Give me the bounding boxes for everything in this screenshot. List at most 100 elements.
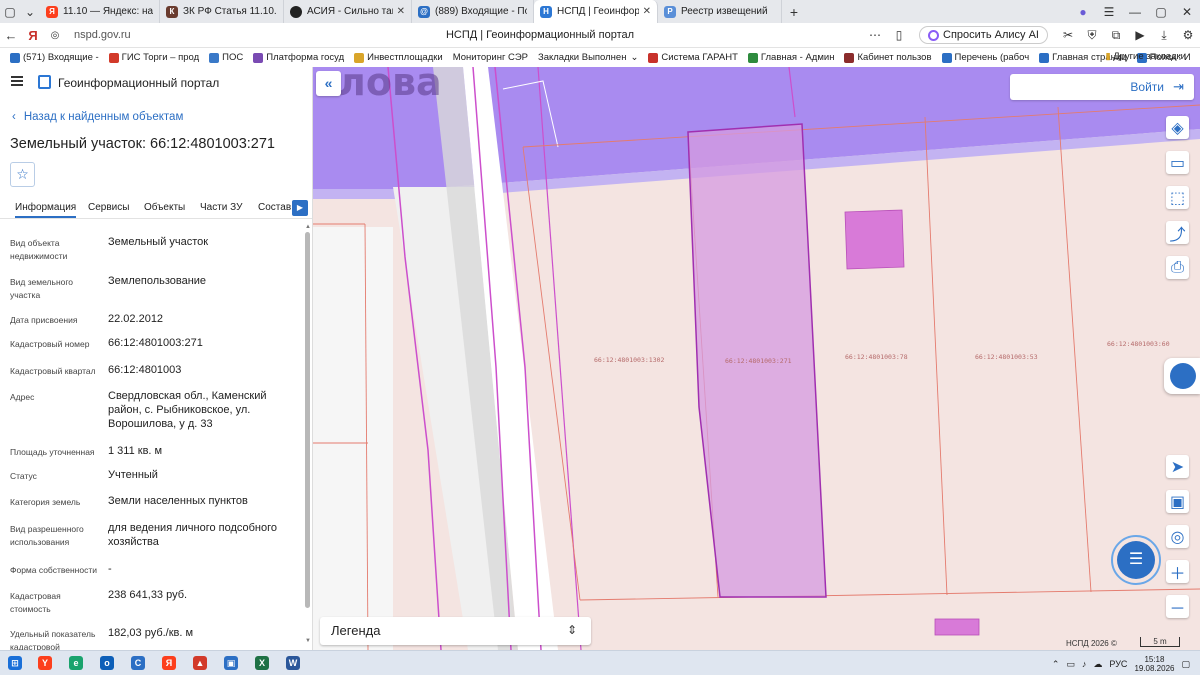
other-bookmarks[interactable]: ▮ Другие закладки <box>1105 51 1186 62</box>
volume-icon[interactable]: ♪ <box>1082 659 1087 669</box>
assistant-tab-button[interactable] <box>1164 358 1200 394</box>
print-button[interactable]: ⎙ <box>1166 256 1189 279</box>
app-icon[interactable]: C <box>131 656 145 670</box>
app-icon[interactable]: ▣ <box>224 656 238 670</box>
excel-icon[interactable]: X <box>255 656 269 670</box>
yandex-browser-icon[interactable]: Y <box>38 656 52 670</box>
language-indicator[interactable]: РУС <box>1109 659 1127 669</box>
close-icon[interactable]: ✕ <box>397 6 405 17</box>
tab-information[interactable]: Информация <box>15 202 77 218</box>
tabs-next-arrow-icon[interactable]: ▶ <box>292 200 308 216</box>
profile-icon[interactable]: ● <box>1070 5 1096 19</box>
browser-tab[interactable]: Р Реестр извещений <box>658 0 782 23</box>
building[interactable] <box>934 618 980 636</box>
bookmark-item[interactable]: Мониторинг СЭР <box>453 52 528 63</box>
map-canvas[interactable]: лова 66:12:4801003:1302 66:12:4801003:27… <box>313 67 1200 650</box>
clock[interactable]: 15:18 19.08.2026 <box>1134 655 1174 673</box>
login-icon[interactable]: ⇥ <box>1173 79 1184 95</box>
tools-icon[interactable]: ✂ <box>1056 28 1080 42</box>
tab-parts[interactable]: Части ЗУ <box>200 202 242 213</box>
alice-button[interactable]: Спросить Алису AI <box>919 26 1048 44</box>
zoom-in-button[interactable]: ＋ <box>1166 560 1189 583</box>
outlook-icon[interactable]: o <box>100 656 114 670</box>
chevron-up-icon[interactable]: ⌃ <box>1052 659 1060 670</box>
measure-button[interactable]: ▭ <box>1166 151 1189 174</box>
browser-tab[interactable]: К ЗК РФ Статья 11.10. Схема <box>160 0 284 23</box>
browser-tab[interactable]: @ (889) Входящие - Почта М <box>412 0 534 23</box>
notification-icon[interactable]: ▢ <box>1181 659 1190 670</box>
bookmark-item[interactable]: Инвестплощадки <box>354 52 443 63</box>
bookmark-item[interactable]: Перечень (рабоч <box>941 52 1029 63</box>
browser-tab[interactable]: АСИЯ - Сильно так ✕ <box>284 0 412 23</box>
shield-icon[interactable]: ⛨ <box>1080 28 1104 43</box>
registry-favicon-icon: Р <box>664 5 676 18</box>
layers-button[interactable]: ◈ <box>1166 116 1189 139</box>
back-icon[interactable]: ← <box>0 28 22 43</box>
scroll-up-arrow-icon[interactable]: ▲ <box>305 224 311 230</box>
nspd-favicon-icon: Н <box>540 5 552 18</box>
close-window-icon[interactable]: ✕ <box>1174 5 1200 19</box>
parcel-label: 66:12:4801003:53 <box>975 353 1038 361</box>
cadastral-map[interactable]: лова 66:12:4801003:1302 66:12:4801003:27… <box>313 67 1200 650</box>
new-tab-button[interactable]: + <box>782 4 806 20</box>
scroll-down-arrow-icon[interactable]: ▼ <box>305 638 311 644</box>
favorite-star-button[interactable]: ☆ <box>10 162 35 187</box>
network-icon[interactable]: ▭ <box>1066 659 1075 670</box>
bookmark-item[interactable]: Главная - Админ <box>747 52 834 63</box>
settings-icon[interactable]: ⚙ <box>1176 28 1200 42</box>
lock-icon[interactable]: ◎ <box>44 30 66 41</box>
app-icon[interactable]: ▲ <box>193 656 207 670</box>
maximize-icon[interactable]: ▢ <box>1148 5 1174 19</box>
street-name-label: лова <box>338 67 442 104</box>
downloads-icon[interactable]: ⤓ <box>1152 28 1176 43</box>
plus-icon: ＋ <box>1169 565 1186 583</box>
bookmark-folder[interactable]: Закладки Выполнен ⌄ <box>538 52 638 63</box>
cloud-icon[interactable]: ☁ <box>1093 659 1102 670</box>
tab-objects[interactable]: Объекты <box>144 202 185 213</box>
basemap-button[interactable]: ▣ <box>1166 490 1189 513</box>
yandex-home-icon[interactable]: Я <box>22 28 44 43</box>
url-field[interactable]: nspd.gov.ru <box>74 29 131 41</box>
tab-composition[interactable]: Состав <box>258 202 291 213</box>
select-area-icon: ⬚ <box>1169 189 1186 207</box>
bookmark-item[interactable]: ПОС <box>209 52 243 63</box>
browser-tab[interactable]: Я 11.10 — Яндекс: нашлось <box>40 0 160 23</box>
bookmark-item[interactable]: ГИС Торги – прод <box>108 52 199 63</box>
select-area-button[interactable]: ⬚ <box>1166 186 1189 209</box>
geolocation-button[interactable]: ➤ <box>1166 455 1189 478</box>
yandex-icon[interactable]: Я <box>162 656 176 670</box>
zoom-out-button[interactable]: － <box>1166 595 1189 618</box>
tab-switcher-icon[interactable]: ▢ <box>0 2 20 22</box>
login-button[interactable]: Войти <box>1130 80 1164 94</box>
menu-icon[interactable] <box>11 76 23 86</box>
more-icon[interactable]: ⋯ <box>863 28 887 42</box>
share-button[interactable]: ⤴ <box>1166 221 1189 244</box>
legend-panel[interactable]: Легенда ⇕ <box>320 617 591 645</box>
back-to-results-link[interactable]: ‹ Назад к найденным объектам <box>12 111 183 123</box>
bookmark-list-icon[interactable]: ☰ <box>1096 5 1122 19</box>
collapse-panel-button[interactable]: « <box>316 71 341 96</box>
chevron-down-icon: ⌄ <box>630 52 639 63</box>
expand-collapse-icon[interactable]: ⇕ <box>567 623 577 637</box>
windows-start-icon[interactable]: ⊞ <box>8 656 22 670</box>
bookmark-item[interactable]: (571) Входящие - <box>10 52 99 63</box>
close-icon[interactable]: ✕ <box>643 6 651 17</box>
bookmark-item[interactable]: Кабинет пользов <box>844 52 932 63</box>
minimize-icon[interactable]: — <box>1122 5 1148 19</box>
locate-button[interactable]: ◎ <box>1166 525 1189 548</box>
chat-button[interactable]: ☰ <box>1117 541 1155 579</box>
bookmark-icon[interactable]: ▯ <box>887 28 911 42</box>
bookmark-item[interactable]: Система ГАРАНТ <box>648 52 738 63</box>
building[interactable] <box>844 209 905 270</box>
play-icon[interactable]: ▶ <box>1128 28 1152 42</box>
browser-tab-active[interactable]: Н НСПД | Геоинформац ✕ <box>534 0 658 23</box>
bookmark-item[interactable]: Платформа госуд <box>253 52 344 63</box>
panel-scrollbar[interactable] <box>305 232 310 608</box>
object-title: Земельный участок: 66:12:4801003:271 <box>10 136 275 152</box>
edge-icon[interactable]: e <box>69 656 83 670</box>
tab-services[interactable]: Сервисы <box>88 202 129 213</box>
word-icon[interactable]: W <box>286 656 300 670</box>
login-bar[interactable]: Войти ⇥ <box>1010 74 1194 100</box>
extensions-icon[interactable]: ⧉ <box>1104 28 1128 43</box>
chevron-down-icon[interactable]: ⌄ <box>20 2 40 22</box>
